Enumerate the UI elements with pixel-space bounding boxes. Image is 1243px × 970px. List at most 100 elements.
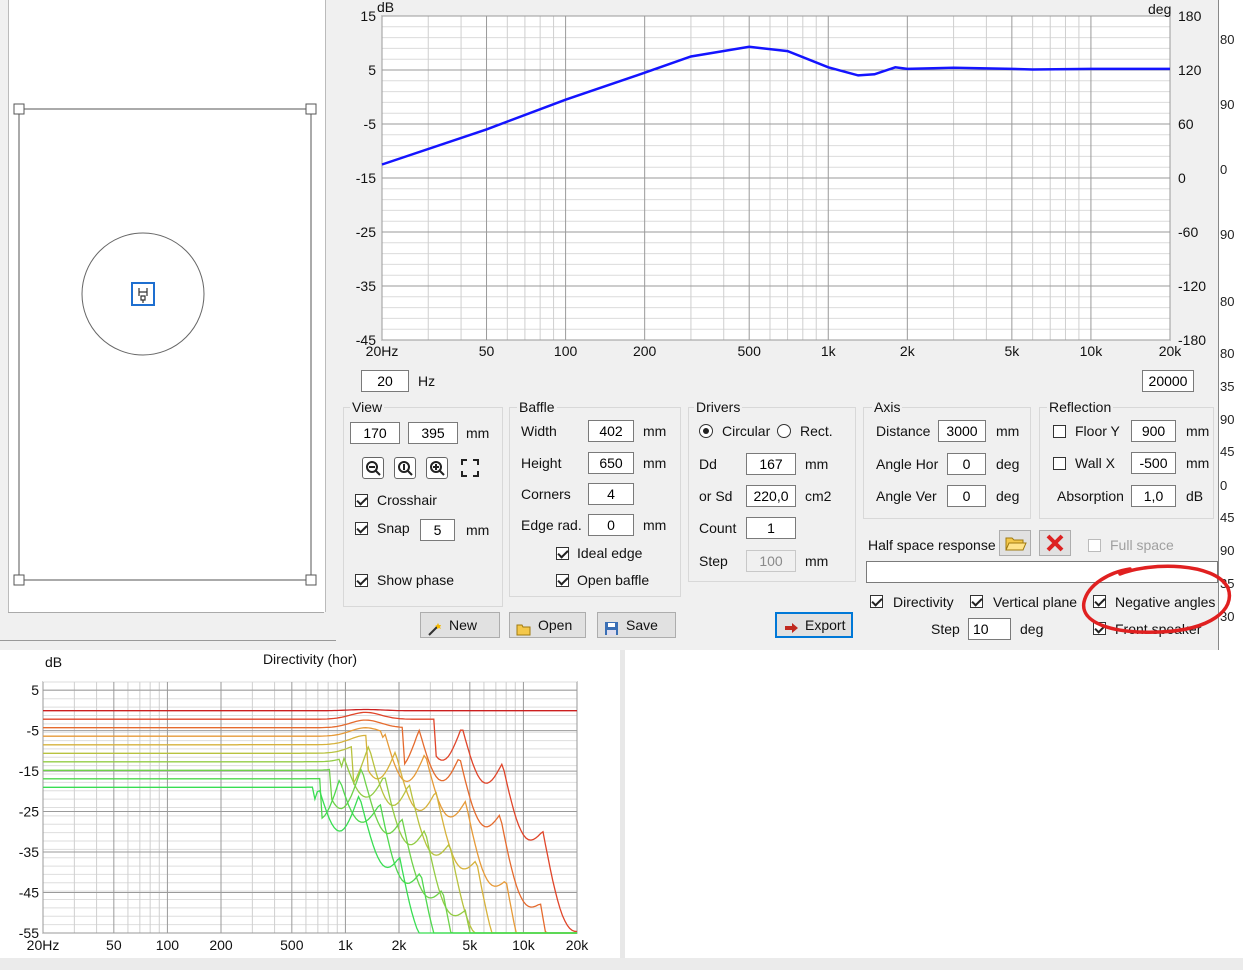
- new-button[interactable]: New: [420, 612, 500, 638]
- view-unit: mm: [466, 425, 490, 441]
- angle-ver-label: Angle Ver: [876, 488, 937, 504]
- x-tick-label: 200: [209, 937, 233, 953]
- absorption-unit: dB: [1186, 488, 1204, 504]
- export-button-label: Export: [805, 617, 846, 633]
- distance-input[interactable]: [938, 420, 986, 442]
- ideal-edge-label: Ideal edge: [577, 545, 643, 561]
- rect-radio[interactable]: [777, 424, 791, 438]
- edge-radius-input[interactable]: [588, 514, 634, 536]
- export-button[interactable]: Export: [775, 612, 853, 638]
- y-right-tick-label: -120: [1178, 278, 1206, 294]
- x-tick-label: 100: [156, 937, 180, 953]
- axis-group-title: Axis: [872, 399, 903, 415]
- baffle-drawing[interactable]: [0, 0, 336, 648]
- driver-step-label: Step: [699, 553, 728, 569]
- export-arrow-icon: [783, 619, 799, 634]
- options-step-unit: deg: [1020, 621, 1044, 637]
- save-button[interactable]: Save: [597, 612, 676, 638]
- frequency-response-chart[interactable]: 155-5-15-25-35-45180120600-60-120-180dB d…: [336, 0, 1218, 362]
- save-button-label: Save: [626, 617, 658, 633]
- wall-unit: mm: [1186, 455, 1210, 471]
- floor-checkbox[interactable]: [1053, 425, 1066, 438]
- x-tick-label: 5k: [462, 937, 478, 953]
- angle-ver-unit: deg: [996, 488, 1020, 504]
- absorption-input[interactable]: [1131, 485, 1176, 507]
- angle-hor-label: Angle Hor: [876, 456, 939, 472]
- driver-step-input[interactable]: [746, 550, 796, 572]
- reflection-group-title: Reflection: [1047, 399, 1114, 415]
- view-height-input[interactable]: [408, 422, 458, 444]
- y-right-tick-label: 60: [1178, 116, 1194, 132]
- floor-input[interactable]: [1131, 420, 1176, 442]
- fullscreen-icon[interactable]: [459, 457, 481, 479]
- x-tick-label: 50: [106, 937, 122, 953]
- corners-label: Corners: [521, 486, 571, 502]
- x-tick-label: 10k: [512, 937, 536, 953]
- x-tick-label: 2k: [392, 937, 408, 953]
- edge-radius-unit: mm: [643, 517, 667, 533]
- wall-input[interactable]: [1131, 452, 1176, 474]
- background-axis-number: 90: [1220, 412, 1235, 427]
- baffle-view-panel[interactable]: [0, 0, 337, 648]
- freq-max-input[interactable]: [1142, 370, 1194, 392]
- ideal-edge-checkbox[interactable]: [556, 547, 569, 560]
- resize-handle: [305, 574, 317, 586]
- circular-radio[interactable]: [699, 424, 713, 438]
- freq-unit-label: Hz: [418, 373, 436, 389]
- directivity-hor-chart[interactable]: 5-5-15-25-35-45-55dB Directivity (hor)20H…: [0, 650, 620, 958]
- y-tick-label: 15: [360, 8, 376, 24]
- clear-button[interactable]: [1039, 530, 1071, 556]
- y-unit-label: dB: [377, 0, 394, 15]
- crosshair-checkbox[interactable]: [355, 494, 368, 507]
- snap-input[interactable]: [420, 519, 455, 541]
- x-tick-label: 1k: [821, 343, 837, 359]
- resize-handle: [305, 103, 317, 115]
- directivity-neg-chart[interactable]: 5-5-15-25-35-45-55dBDirectivity (hor, ne…: [625, 650, 1243, 958]
- zoom-fit-icon[interactable]: [394, 457, 416, 479]
- baffle-width-input[interactable]: [588, 420, 634, 442]
- baffle-width-unit: mm: [643, 423, 667, 439]
- wall-label: Wall X: [1075, 455, 1115, 471]
- y-tick-label: 5: [368, 62, 376, 78]
- open-baffle-checkbox[interactable]: [556, 574, 569, 587]
- y-tick-label: -35: [356, 278, 376, 294]
- resize-handle: [13, 574, 25, 586]
- directivity-checkbox[interactable]: [870, 595, 883, 608]
- open-button[interactable]: Open: [509, 612, 586, 638]
- background-axis-number: 80: [1220, 294, 1235, 309]
- corners-input[interactable]: [588, 483, 634, 505]
- count-input[interactable]: [746, 517, 796, 539]
- options-step-input[interactable]: [968, 618, 1011, 640]
- wall-checkbox[interactable]: [1053, 457, 1066, 470]
- show-phase-checkbox[interactable]: [355, 574, 368, 587]
- y-tick-label: -25: [356, 224, 376, 240]
- x-tick-label: 20Hz: [27, 937, 60, 953]
- y-right-tick-label: 180: [1178, 8, 1202, 24]
- resize-handle: [13, 103, 25, 115]
- x-tick-label: 50: [479, 343, 495, 359]
- background-axis-number: 35: [1220, 379, 1235, 394]
- vertical-plane-checkbox[interactable]: [970, 595, 983, 608]
- background-axis-number: 0: [1220, 162, 1228, 177]
- sd-input[interactable]: [746, 485, 796, 507]
- dd-label: Dd: [699, 456, 717, 472]
- background-axis-number: 90: [1220, 227, 1235, 242]
- freq-min-input[interactable]: [361, 370, 409, 392]
- zoom-out-icon[interactable]: [362, 457, 384, 479]
- zoom-in-icon[interactable]: [426, 457, 448, 479]
- open-folder-button[interactable]: [999, 530, 1031, 556]
- rect-label: Rect.: [800, 423, 833, 439]
- y-unit-label: dB: [45, 654, 62, 670]
- view-width-input[interactable]: [350, 422, 400, 444]
- circular-label: Circular: [722, 423, 771, 439]
- baffle-height-input[interactable]: [588, 452, 634, 474]
- y-right-tick-label: -60: [1178, 224, 1198, 240]
- snap-checkbox[interactable]: [355, 522, 368, 535]
- full-space-checkbox[interactable]: [1088, 539, 1101, 552]
- distance-unit: mm: [996, 423, 1020, 439]
- x-tick-label: 20k: [566, 937, 590, 953]
- angle-ver-input[interactable]: [947, 485, 986, 507]
- dd-input[interactable]: [746, 453, 796, 475]
- x-tick-label: 500: [280, 937, 304, 953]
- angle-hor-input[interactable]: [947, 453, 986, 475]
